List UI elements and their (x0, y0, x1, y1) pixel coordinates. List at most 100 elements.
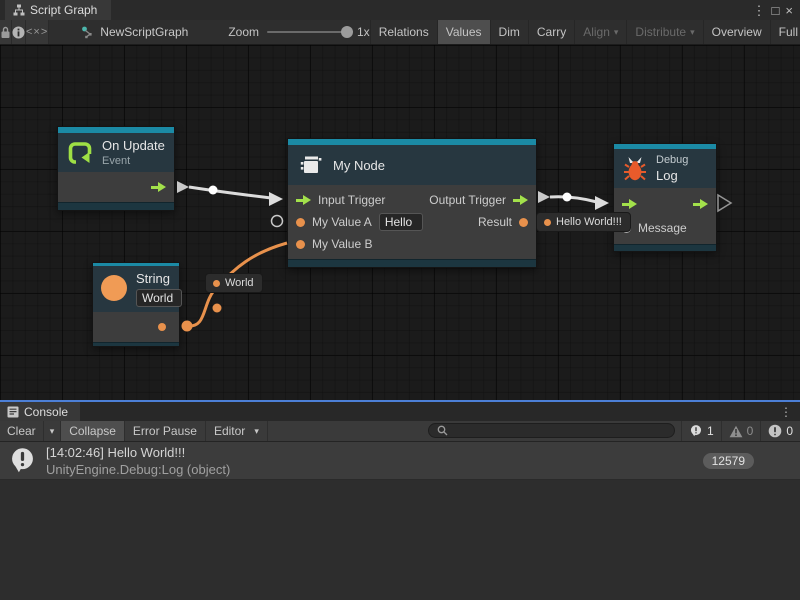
node-subtitle: Event (102, 155, 165, 167)
tab-script-graph[interactable]: Script Graph (5, 0, 111, 20)
value-output-port[interactable] (519, 218, 528, 227)
unconnected-port-circle[interactable] (272, 216, 283, 227)
console-tab-bar: Console ⋮ (0, 402, 800, 421)
log-bubble-icon (8, 446, 37, 475)
console-menu-icon[interactable]: ⋮ (780, 402, 800, 421)
node-debug-log[interactable]: Debug Log Message (613, 143, 717, 252)
port-row (58, 176, 174, 198)
overview-button[interactable]: Overview (703, 20, 770, 44)
loop-event-icon (67, 140, 93, 166)
values-button[interactable]: Values (437, 20, 490, 44)
value-output-port[interactable] (158, 323, 166, 331)
console-search-input[interactable] (453, 425, 666, 437)
dim-button[interactable]: Dim (490, 20, 528, 44)
flow-input-port[interactable] (296, 195, 311, 205)
lock-button[interactable] (0, 20, 12, 44)
wire-onupdate-to-mynode[interactable] (177, 181, 283, 206)
zoom-slider[interactable] (267, 31, 349, 33)
port-label: Input Trigger (318, 193, 385, 207)
port-row: Input Trigger Output Trigger (288, 189, 536, 211)
flow-output-port[interactable] (513, 195, 528, 205)
node-kind-label: Debug (656, 154, 688, 166)
log-count-toggle[interactable]: 1 (681, 421, 721, 441)
clear-dropdown-button[interactable]: ▾ (43, 421, 61, 441)
error-count: 0 (786, 424, 793, 438)
editor-dropdown[interactable]: Editor▾ (206, 421, 268, 441)
close-icon[interactable]: × (785, 4, 793, 17)
console-empty-area (0, 480, 800, 600)
log-count: 1 (707, 424, 714, 438)
port-label: Output Trigger (429, 193, 506, 207)
error-count-toggle[interactable]: 0 (760, 421, 800, 441)
port-row (93, 316, 179, 338)
wire-mynode-to-debug[interactable] (538, 191, 609, 210)
node-footer (58, 202, 174, 210)
graph-canvas[interactable]: On Update Event My Node (0, 45, 800, 400)
warning-count: 0 (747, 424, 754, 438)
log-stacktrace: UnityEngine.Debug:Log (object) (46, 461, 230, 478)
distribute-button[interactable]: Distribute▾ (626, 20, 702, 44)
value-bubble-world: World (205, 273, 263, 293)
port-label: Message (638, 221, 687, 235)
maximize-icon[interactable]: □ (772, 4, 780, 17)
tab-title: Script Graph (30, 3, 97, 17)
relations-button[interactable]: Relations (370, 20, 437, 44)
zoom-slider-handle[interactable] (341, 26, 353, 38)
debug-bug-icon (623, 156, 647, 182)
warning-count-toggle[interactable]: 0 (721, 421, 761, 441)
node-my-node[interactable]: My Node Input Trigger Output Trigger My … (287, 138, 537, 268)
value-input-port[interactable] (296, 218, 305, 227)
collapse-toggle[interactable]: Collapse (61, 421, 125, 441)
flow-output-port[interactable] (151, 182, 166, 192)
graph-icon (13, 4, 25, 16)
lock-icon (0, 26, 11, 39)
unit-box-icon (298, 152, 324, 178)
console-search[interactable] (428, 423, 675, 438)
string-value-field[interactable] (136, 289, 182, 307)
node-on-update[interactable]: On Update Event (57, 126, 175, 211)
log-message: [14:02:46] Hello World!!! (46, 444, 230, 461)
console-toolbar: Clear ▾ Collapse Error Pause Editor▾ 1 (0, 421, 800, 442)
console-icon (7, 406, 19, 418)
chevron-down-icon: ▾ (690, 27, 695, 38)
code-preview-button[interactable]: <×> (26, 20, 49, 44)
zoom-value: 1x (357, 25, 370, 39)
value-bubble-hello-world: Hello World!!! (536, 212, 631, 232)
code-icon: <×> (26, 26, 48, 38)
flow-input-port[interactable] (622, 199, 637, 209)
warning-triangle-icon (729, 425, 743, 438)
graph-name-label: NewScriptGraph (100, 25, 188, 39)
full-screen-button[interactable]: Full S (770, 20, 800, 44)
node-title: Log (656, 168, 688, 183)
graph-toolbar: <×> NewScriptGraph Zoom 1x Relations Val… (0, 20, 800, 45)
my-value-a-field[interactable] (379, 213, 423, 231)
unconnected-flow-triangle[interactable] (718, 195, 731, 211)
flow-output-port[interactable] (693, 199, 708, 209)
script-graph-asset-icon (81, 26, 94, 39)
node-title: My Node (333, 158, 385, 173)
node-string[interactable]: String (92, 262, 180, 347)
port-label: My Value B (312, 237, 372, 251)
port-label: My Value A (312, 215, 372, 229)
tab-console[interactable]: Console (0, 402, 80, 421)
node-title: String (136, 271, 170, 286)
carry-button[interactable]: Carry (528, 20, 574, 44)
string-literal-icon (101, 275, 127, 301)
search-icon (437, 425, 448, 436)
chevron-down-icon: ▾ (254, 426, 259, 437)
node-footer (93, 342, 179, 346)
zoom-label: Zoom (228, 25, 259, 39)
value-input-port[interactable] (296, 240, 305, 249)
clear-button[interactable]: Clear (0, 421, 43, 441)
console-log-entry[interactable]: [14:02:46] Hello World!!! UnityEngine.De… (0, 442, 800, 480)
error-circle-icon (768, 424, 782, 438)
port-row: My Value A Result (288, 211, 536, 233)
port-row: My Value B (288, 233, 536, 255)
window-menu-icon[interactable]: ⋮ (753, 4, 766, 17)
console-tab-title: Console (24, 405, 68, 419)
graph-name-group[interactable]: NewScriptGraph (81, 20, 188, 44)
chevron-down-icon: ▾ (50, 426, 55, 437)
error-pause-toggle[interactable]: Error Pause (125, 421, 206, 441)
info-button[interactable] (12, 20, 26, 44)
align-button[interactable]: Align▾ (574, 20, 626, 44)
